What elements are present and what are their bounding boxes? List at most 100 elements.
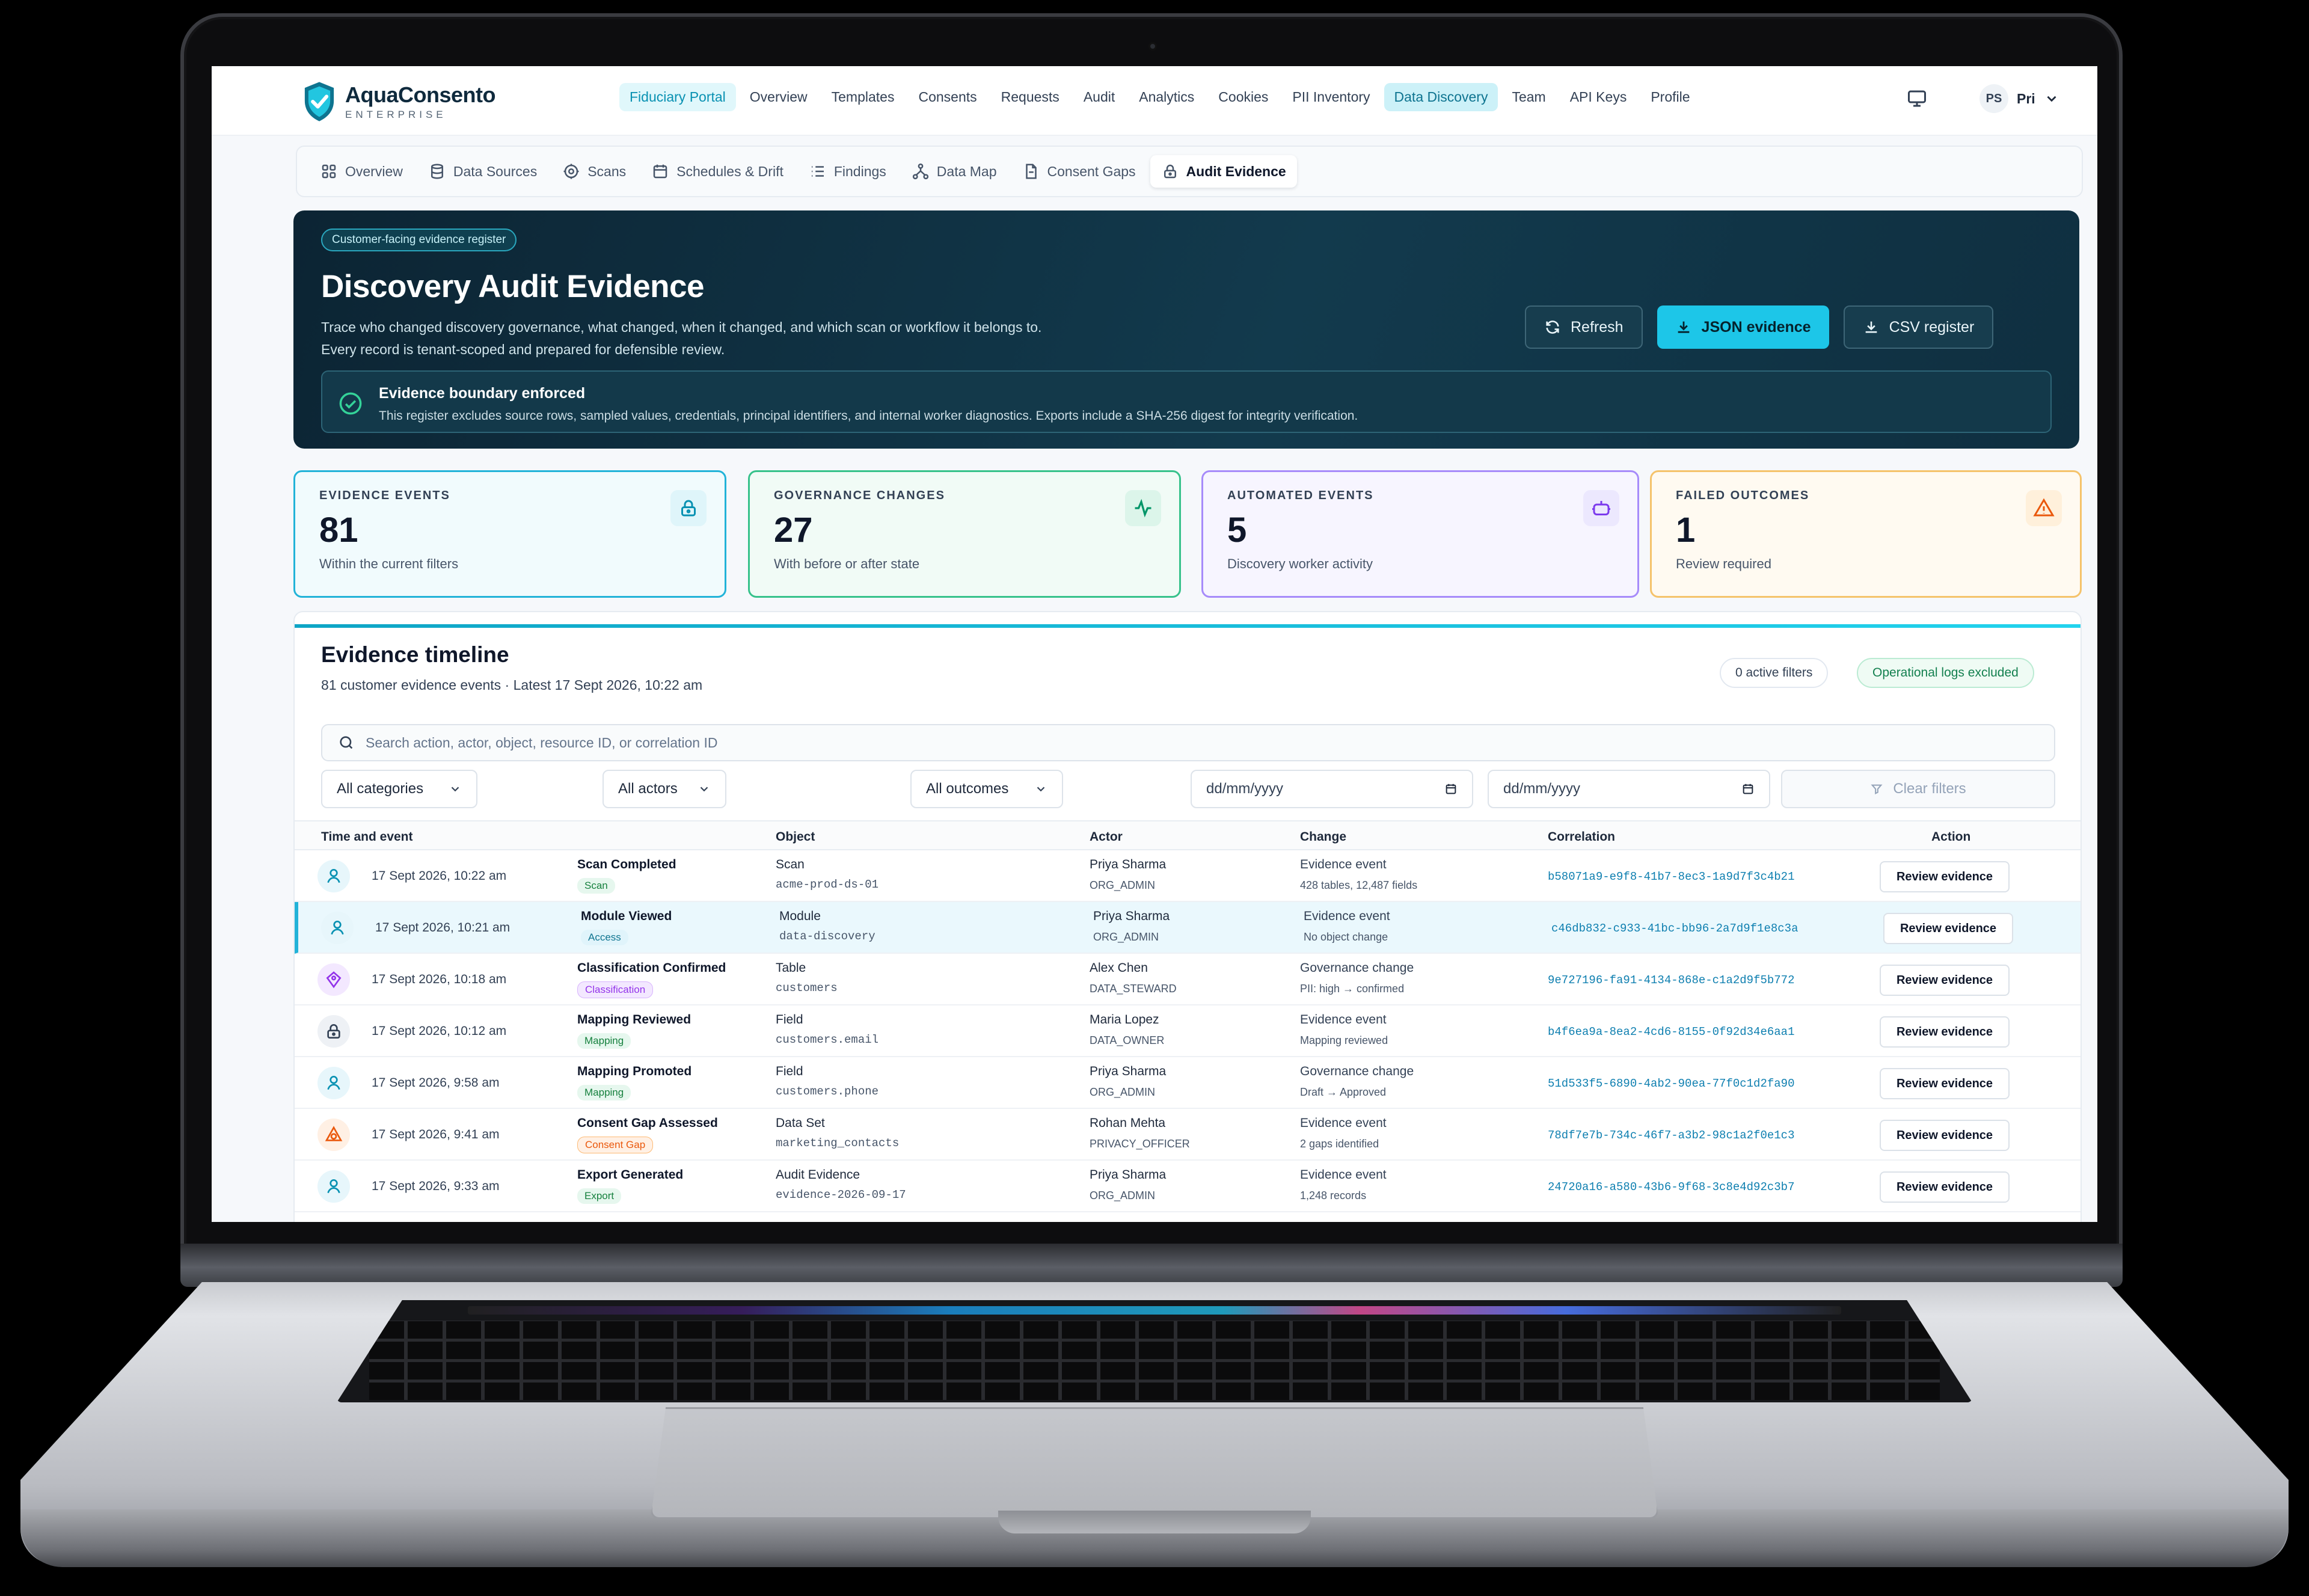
actor-role: DATA_STEWARD <box>1090 983 1177 995</box>
review-evidence-button[interactable]: Review evidence <box>1883 913 2013 944</box>
monitor-icon[interactable] <box>1906 88 1928 109</box>
nav-fiduciary-portal[interactable]: Fiduciary Portal <box>619 83 736 111</box>
change-type: Governance change <box>1300 1064 1414 1078</box>
nav-pii-inventory[interactable]: PII Inventory <box>1282 83 1380 111</box>
table-row[interactable]: 17 Sept 2026, 10:18 am Classification Con… <box>295 954 2081 1005</box>
actor-role: PRIVACY_OFFICER <box>1090 1138 1190 1150</box>
event-name: Mapping Promoted <box>577 1064 692 1078</box>
actor-filter[interactable]: All actors <box>603 770 726 808</box>
table-row[interactable]: 17 Sept 2026, 10:22 am Scan Completed Scan… <box>295 850 2081 902</box>
evidence-timeline: Evidence timeline 81 customer evidence e… <box>293 611 2082 1222</box>
tab-findings[interactable]: Findings <box>798 155 897 188</box>
change-type: Evidence event <box>1304 909 1390 923</box>
review-evidence-button[interactable]: Review evidence <box>1880 1068 2010 1099</box>
date-from-input[interactable]: dd/mm/yyyy <box>1191 770 1473 808</box>
event-name: Scan Completed <box>577 858 676 871</box>
correlation-id[interactable]: 78df7e7b-734c-46f7-a3b2-98c1a2f0e1c3 <box>1548 1129 1794 1142</box>
timeline-subtitle: 81 customer evidence events · Latest 17 … <box>321 677 703 693</box>
lock-icon <box>670 490 707 526</box>
change-detail: 428 tables, 12,487 fields <box>1300 879 1418 891</box>
table-row[interactable]: 17 Sept 2026, 10:12 am Mapping Reviewed Ma… <box>295 1005 2081 1057</box>
tab-data-map[interactable]: Data Map <box>901 155 1008 188</box>
actor-name: Maria Lopez <box>1090 1013 1159 1027</box>
change-type: Governance change <box>1300 961 1414 975</box>
object-type: Field <box>776 1064 803 1078</box>
table-row[interactable]: 17 Sept 2026, 9:33 am Export Generated Exp… <box>295 1161 2081 1212</box>
category-filter[interactable]: All categories <box>321 770 477 808</box>
change-type: Evidence event <box>1300 1116 1387 1130</box>
nav-api-keys[interactable]: API Keys <box>1560 83 1637 111</box>
date-to-input[interactable]: dd/mm/yyyy <box>1488 770 1770 808</box>
change-detail: No object change <box>1304 931 1388 943</box>
table-row[interactable]: 17 Sept 2026, 9:58 am Mapping Promoted Map… <box>295 1057 2081 1109</box>
actor-role: ORG_ADMIN <box>1090 1086 1156 1098</box>
tab-scans[interactable]: Scans <box>551 155 637 188</box>
top-navigation: AquaConsento ENTERPRISE Fiduciary Portal… <box>212 66 2097 136</box>
nav-profile[interactable]: Profile <box>1640 83 1700 111</box>
review-evidence-button[interactable]: Review evidence <box>1880 1120 2010 1151</box>
clear-filters-button[interactable]: Clear filters <box>1781 770 2055 808</box>
tab-data-sources[interactable]: Data Sources <box>417 155 548 188</box>
stat-label: GOVERNANCE CHANGES <box>774 489 945 502</box>
tab-label: Consent Gaps <box>1047 163 1136 179</box>
table-row[interactable]: 17 Sept 2026, 10:21 am Module Viewed Acces… <box>295 902 2081 954</box>
user-icon <box>317 860 350 892</box>
stat-sub: Review required <box>1676 556 1771 571</box>
table-row[interactable]: 17 Sept 2026, 9:41 am Consent Gap Assesse… <box>295 1109 2081 1161</box>
active-filters-chip: 0 active filters <box>1720 658 1829 688</box>
column-header: Actor <box>1090 830 1123 844</box>
review-evidence-button[interactable]: Review evidence <box>1880 1171 2010 1203</box>
tab-overview[interactable]: Overview <box>309 155 414 188</box>
accent-bar <box>295 624 2081 628</box>
correlation-id[interactable]: b58071a9-e9f8-41b7-8ec3-1a9d7f3c4b21 <box>1548 870 1794 883</box>
outcome-filter[interactable]: All outcomes <box>910 770 1063 808</box>
review-evidence-button[interactable]: Review evidence <box>1880 861 2010 892</box>
object-type: Data Set <box>776 1116 825 1130</box>
tag-icon <box>317 963 350 996</box>
tab-schedules-drift[interactable]: Schedules & Drift <box>640 155 794 188</box>
user-icon <box>317 1170 350 1203</box>
tab-consent-gaps[interactable]: Consent Gaps <box>1011 155 1147 188</box>
review-evidence-button[interactable]: Review evidence <box>1880 965 2010 996</box>
hero-description: Trace who changed discovery governance, … <box>321 319 1042 357</box>
nav-audit[interactable]: Audit <box>1073 83 1125 111</box>
nav-overview[interactable]: Overview <box>740 83 818 111</box>
json-evidence-button[interactable]: JSON evidence <box>1657 305 1829 349</box>
event-time: 17 Sept 2026, 10:12 am <box>372 1024 507 1038</box>
nav-templates[interactable]: Templates <box>821 83 905 111</box>
correlation-id[interactable]: c46db832-c933-41bc-bb96-2a7d9f1e8c3a <box>1551 922 1798 935</box>
correlation-id[interactable]: 51d533f5-6890-4ab2-90ea-77f0c1d2fa90 <box>1548 1077 1794 1090</box>
actor-name: Priya Sharma <box>1090 1168 1167 1182</box>
search-bar[interactable] <box>321 724 2055 761</box>
nav-requests[interactable]: Requests <box>991 83 1070 111</box>
app-screen: AquaConsento ENTERPRISE Fiduciary Portal… <box>212 66 2097 1222</box>
tab-audit-evidence[interactable]: Audit Evidence <box>1150 155 1297 188</box>
correlation-id[interactable]: 24720a16-a580-43b6-9f68-3c8e4d92c3b7 <box>1548 1180 1794 1194</box>
nav-team[interactable]: Team <box>1501 83 1556 111</box>
stat-sub: Discovery worker activity <box>1227 556 1373 571</box>
change-type: Evidence event <box>1300 1168 1387 1182</box>
brand-logo[interactable]: AquaConsento ENTERPRISE <box>302 81 496 123</box>
actor-role: ORG_ADMIN <box>1093 931 1159 943</box>
user-menu[interactable]: PS Pri <box>1979 84 2059 113</box>
user-icon <box>321 912 354 944</box>
user-name: Pri <box>2017 90 2035 106</box>
refresh-icon <box>1546 321 1559 334</box>
warning-icon <box>2026 490 2062 526</box>
correlation-id[interactable]: 9e727196-fa91-4134-868e-c1a2d9f5b772 <box>1548 974 1794 987</box>
nav-data-discovery[interactable]: Data Discovery <box>1384 83 1498 111</box>
object-id: evidence-2026-09-17 <box>776 1188 906 1202</box>
brand-name: AquaConsento <box>345 82 496 107</box>
nav-analytics[interactable]: Analytics <box>1129 83 1204 111</box>
review-evidence-button[interactable]: Review evidence <box>1880 1016 2010 1048</box>
refresh-button[interactable]: Refresh <box>1525 305 1643 349</box>
search-input[interactable] <box>366 734 1989 751</box>
column-header: Object <box>776 830 815 844</box>
calendar-icon <box>1446 784 1456 794</box>
actor-role: ORG_ADMIN <box>1090 879 1156 891</box>
csv-register-button[interactable]: CSV register <box>1843 305 1994 349</box>
correlation-id[interactable]: b4f6ea9a-8ea2-4cd6-8155-0f92d34e6aa1 <box>1548 1025 1794 1039</box>
nav-consents[interactable]: Consents <box>908 83 987 111</box>
chevron-down-icon <box>1037 787 1045 792</box>
nav-cookies[interactable]: Cookies <box>1208 83 1278 111</box>
